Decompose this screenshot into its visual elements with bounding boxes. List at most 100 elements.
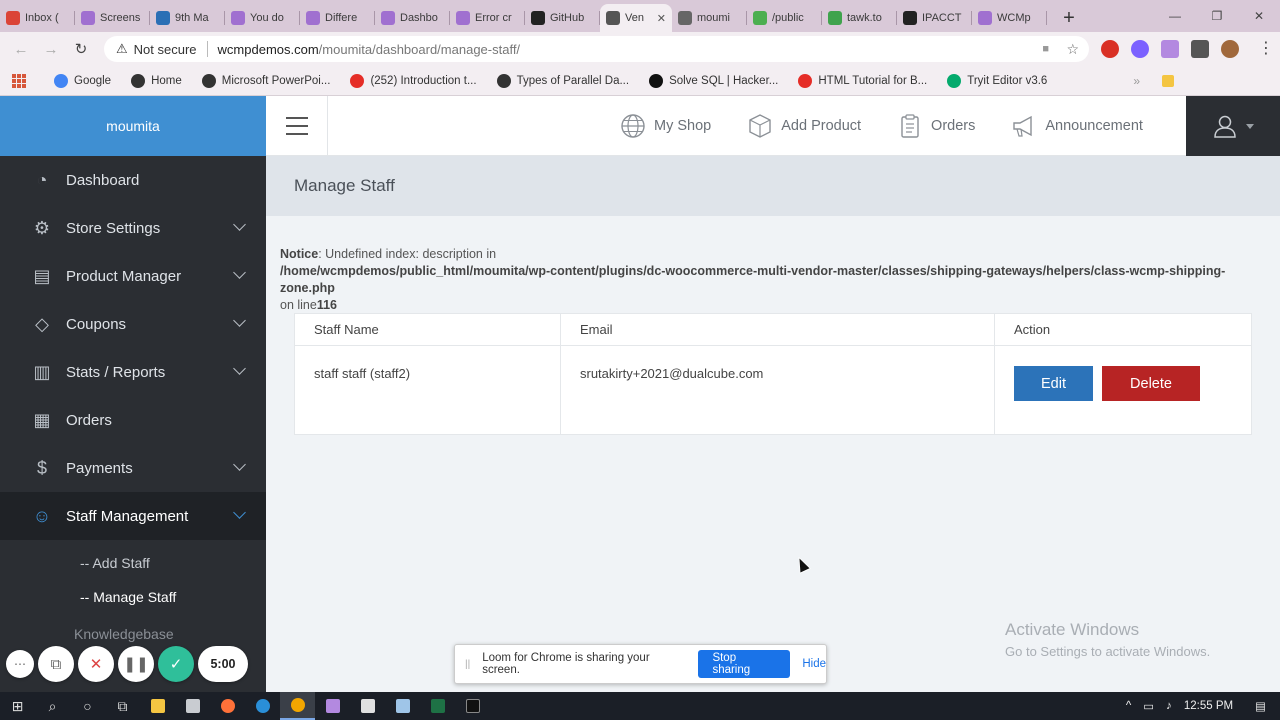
bookmark-item[interactable]: Types of Parallel Da...	[496, 73, 629, 88]
drag-handle-icon[interactable]: ||	[465, 659, 470, 670]
chevron-down-icon[interactable]	[233, 218, 246, 231]
extension-adblock-icon[interactable]	[1101, 40, 1119, 58]
close-window-icon[interactable]: ✕	[1238, 0, 1280, 32]
top-link-announcement[interactable]: Announcement	[1011, 113, 1143, 139]
bookmark-item[interactable]: Microsoft PowerPoi...	[201, 73, 330, 88]
sidebar-item-product-manager[interactable]: ▤ Product Manager	[0, 252, 266, 300]
browser-tab[interactable]: You do	[225, 4, 300, 32]
browser-tab[interactable]: Differe	[300, 4, 375, 32]
bookmark-item[interactable]: Home	[131, 73, 182, 88]
chevron-down-icon[interactable]	[233, 314, 246, 327]
sidebar-item-staff-management[interactable]: ☺ Staff Management	[0, 492, 266, 540]
sidebar-item-orders[interactable]: ▦ Orders	[0, 396, 266, 444]
submenu-manage-staff[interactable]: -- Manage Staff	[80, 580, 266, 614]
finish-recording-icon[interactable]: ✓	[158, 646, 194, 682]
sidebar-item-coupons[interactable]: ◇ Coupons	[0, 300, 266, 348]
chevron-down-icon[interactable]	[233, 362, 246, 375]
user-menu[interactable]	[1186, 96, 1280, 156]
bookmarks-overflow-icon[interactable]: »	[1133, 74, 1140, 88]
store-brand[interactable]: moumita	[0, 96, 266, 156]
bookmark-item[interactable]: Solve SQL | Hacker...	[649, 73, 778, 88]
browser-tab[interactable]: 9th Ma	[150, 4, 225, 32]
browser-tab[interactable]: Screens	[75, 4, 150, 32]
browser-tab[interactable]: Dashbo	[375, 4, 450, 32]
chevron-down-icon[interactable]	[233, 458, 246, 471]
sublime-icon[interactable]	[350, 692, 385, 720]
browser-menu-icon[interactable]: ⋮	[1258, 38, 1274, 58]
bookmark-star-icon[interactable]: ☆	[1066, 41, 1079, 58]
pause-icon[interactable]: ❚❚	[118, 646, 154, 682]
browser-tab[interactable]: /public	[747, 4, 822, 32]
reload-icon[interactable]: ↻	[66, 40, 96, 58]
url-path[interactable]: /moumita/dashboard/manage-staff/	[319, 42, 520, 57]
browser-tab[interactable]: GitHub	[525, 4, 600, 32]
url-omnibox[interactable]: ⚠ Not secure wcmpdemos.com/moumita/dashb…	[104, 36, 1089, 62]
sidebar-item-payments[interactable]: $ Payments	[0, 444, 266, 492]
submenu-add-staff[interactable]: -- Add Staff	[80, 546, 266, 580]
browser-tab[interactable]: Ven ✕	[600, 4, 672, 32]
hide-banner-link[interactable]: Hide	[802, 658, 826, 670]
chevron-down-icon[interactable]	[233, 266, 246, 279]
cancel-recording-icon[interactable]: ✕	[78, 646, 114, 682]
browser-tab[interactable]: WCMp	[972, 4, 1047, 32]
bookmark-item[interactable]: Google	[54, 73, 111, 88]
firefox-icon[interactable]	[210, 692, 245, 720]
file-explorer-icon[interactable]	[140, 692, 175, 720]
top-link-label: Announcement	[1045, 118, 1143, 134]
stop-sharing-button[interactable]: Stop sharing	[698, 650, 791, 678]
bookmark-item[interactable]: (252) Introduction t...	[350, 73, 477, 88]
search-icon[interactable]: ⌕	[35, 692, 70, 720]
network-icon[interactable]: ▭	[1143, 699, 1154, 713]
restore-icon[interactable]: ❐	[1196, 0, 1238, 32]
top-link-orders[interactable]: Orders	[897, 113, 975, 139]
extension-feather-icon[interactable]	[1161, 40, 1179, 58]
cortana-icon[interactable]: ○	[70, 692, 105, 720]
forward-icon[interactable]: →	[36, 41, 66, 58]
url-host[interactable]: wcmpdemos.com	[218, 42, 319, 57]
browser-tab[interactable]: tawk.to	[822, 4, 897, 32]
windows-start-icon[interactable]: ⊞	[0, 692, 35, 720]
browser-tab[interactable]: Inbox (	[0, 4, 75, 32]
sidebar-item-stats-reports[interactable]: ▥ Stats / Reports	[0, 348, 266, 396]
delete-staff-button[interactable]: Delete	[1102, 366, 1200, 401]
top-link-add-product[interactable]: Add Product	[747, 113, 861, 139]
top-link-my-shop[interactable]: My Shop	[620, 113, 711, 139]
browser-tab[interactable]: Error cr	[450, 4, 525, 32]
browser-tab[interactable]: IPACCT	[897, 4, 972, 32]
store-icon[interactable]	[175, 692, 210, 720]
sidebar-item-store-settings[interactable]: ⚙ Store Settings	[0, 204, 266, 252]
browser-tab[interactable]: moumi	[672, 4, 747, 32]
volume-icon[interactable]: ♪	[1166, 700, 1172, 712]
bookmark-item[interactable]: Tryit Editor v3.6	[947, 73, 1047, 88]
chrome-icon[interactable]	[280, 692, 315, 720]
extension-flower-icon[interactable]	[1131, 40, 1149, 58]
minimize-icon[interactable]: —	[1154, 0, 1196, 32]
excel-icon[interactable]	[420, 692, 455, 720]
close-tab-icon[interactable]: ✕	[657, 12, 666, 25]
profile-avatar[interactable]	[1221, 40, 1239, 58]
camera-toggle-icon[interactable]: ⧉	[38, 646, 74, 682]
security-label[interactable]: Not secure	[134, 42, 197, 57]
clock-time[interactable]: 12:55 PM	[1184, 700, 1233, 712]
intellij-icon[interactable]	[455, 692, 490, 720]
chevron-down-icon[interactable]	[233, 506, 246, 519]
bookmark-folder-icon[interactable]	[1162, 74, 1174, 87]
sidebar-item-dashboard[interactable]: ◔ Dashboard	[0, 156, 266, 204]
warning-icon[interactable]: ⚠	[116, 41, 128, 57]
apps-grid-icon[interactable]	[12, 73, 26, 88]
notifications-icon[interactable]: ▤	[1255, 699, 1266, 713]
tray-overflow-icon[interactable]: ^	[1126, 700, 1131, 712]
notepad-icon[interactable]	[385, 692, 420, 720]
new-tab-button[interactable]: +	[1055, 4, 1083, 32]
edit-staff-button[interactable]: Edit	[1014, 366, 1093, 401]
edge-icon[interactable]	[245, 692, 280, 720]
back-icon[interactable]: ←	[6, 41, 36, 58]
extensions-puzzle-icon[interactable]	[1191, 40, 1209, 58]
more-options-icon[interactable]: ⋯	[6, 650, 34, 678]
task-view-icon[interactable]: ⧉	[105, 692, 140, 720]
menu-toggle-icon[interactable]	[266, 96, 328, 156]
bookmark-item[interactable]: HTML Tutorial for B...	[798, 73, 927, 88]
camera-icon[interactable]: ■	[1042, 43, 1049, 55]
feather-app-icon[interactable]	[315, 692, 350, 720]
payments-icon: $	[36, 457, 47, 478]
